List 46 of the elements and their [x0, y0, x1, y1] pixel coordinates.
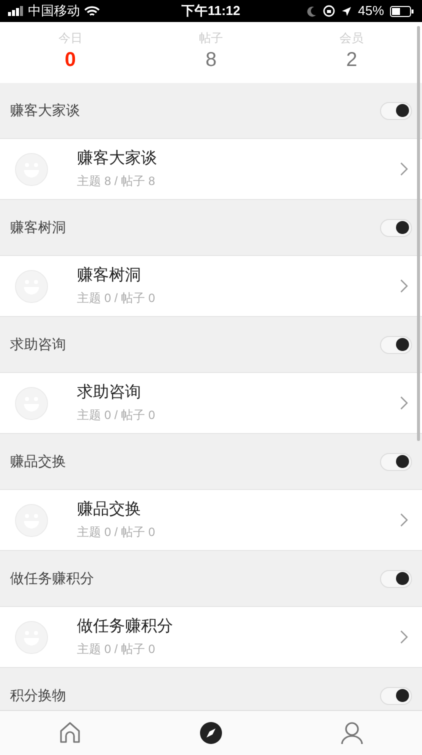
section-title: 求助咨询 [10, 335, 66, 354]
toggle-switch[interactable] [380, 452, 412, 470]
section-title: 赚品交换 [10, 452, 66, 471]
toggle-switch[interactable] [380, 218, 412, 236]
forum-row[interactable]: 求助咨询 主题 0 / 帖子 0 [0, 372, 422, 434]
forum-name: 做任务赚积分 [77, 616, 174, 636]
toggle-switch[interactable] [380, 686, 412, 704]
forum-meta: 主题 8 / 帖子 8 [77, 172, 156, 190]
location-icon [340, 6, 352, 16]
forum-row[interactable]: 赚品交换 主题 0 / 帖子 0 [0, 489, 422, 551]
battery-icon [390, 6, 414, 16]
stat-value: 8 [205, 48, 217, 73]
stat-value: 0 [64, 48, 76, 73]
stat-value: 2 [346, 48, 358, 73]
compass-icon [198, 720, 224, 746]
chevron-right-icon [400, 396, 408, 410]
toggle-switch[interactable] [380, 336, 412, 354]
chevron-right-icon [400, 279, 408, 293]
time-text: 下午11:12 [182, 2, 240, 20]
forum-name: 赚品交换 [77, 500, 142, 520]
person-icon [338, 720, 365, 746]
toggle-switch[interactable] [380, 102, 412, 120]
carrier-text: 中国移动 [28, 2, 80, 20]
signal-icon [8, 6, 24, 16]
moon-icon [306, 6, 317, 16]
chevron-right-icon [400, 162, 408, 176]
forum-name: 赚客树洞 [77, 266, 142, 286]
section-title: 赚客大家谈 [10, 101, 80, 120]
battery-text: 45% [358, 2, 384, 20]
section-title: 赚客树洞 [10, 218, 66, 237]
toggle-switch[interactable] [380, 570, 412, 588]
lock-rotation-icon [322, 5, 335, 17]
chevron-right-icon [400, 630, 408, 644]
forum-meta: 主题 0 / 帖子 0 [77, 290, 156, 306]
forum-row[interactable]: 做任务赚积分 主题 0 / 帖子 0 [0, 606, 422, 668]
section-title: 做任务赚积分 [10, 569, 94, 588]
forum-row[interactable]: 赚客树洞 主题 0 / 帖子 0 [0, 255, 422, 317]
forum-meta: 主题 0 / 帖子 0 [77, 524, 156, 540]
forum-meta: 主题 0 / 帖子 0 [77, 640, 156, 658]
chevron-right-icon [400, 513, 408, 527]
forum-meta: 主题 0 / 帖子 0 [77, 406, 156, 424]
section-title: 积分换物 [10, 686, 66, 705]
forum-name: 求助咨询 [77, 382, 142, 402]
forum-name: 赚客大家谈 [77, 148, 158, 168]
forum-row[interactable]: 赚客大家谈 主题 8 / 帖子 8 [0, 138, 422, 200]
wifi-icon [84, 6, 100, 16]
